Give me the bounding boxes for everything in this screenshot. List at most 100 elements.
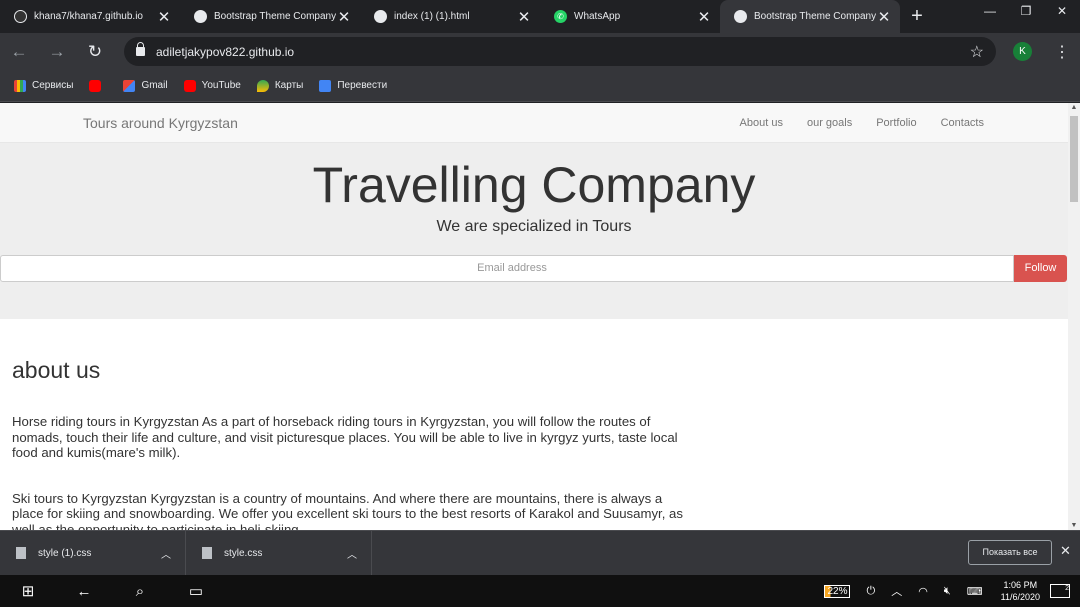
download-filename: style (1).css	[38, 547, 92, 559]
volume-muted-icon[interactable]: 🔇︎	[944, 585, 951, 598]
bookmark-youtube[interactable]: YouTube	[183, 79, 241, 92]
chevron-up-icon[interactable]: ︿	[891, 583, 902, 599]
plug-icon: ⏻	[866, 584, 876, 597]
about-paragraph-ski: Ski tours to Kyrgyzstan Kyrgyzstan is a …	[12, 490, 683, 531]
close-icon[interactable]: ✕	[696, 8, 712, 26]
restore-icon[interactable]: ❐	[1008, 0, 1044, 22]
task-view-icon[interactable]: ▭	[168, 582, 224, 600]
back-arrow-icon[interactable]: ←	[56, 583, 112, 600]
bookmark-label: Перевести	[337, 80, 388, 91]
scrollbar-thumb[interactable]	[1070, 116, 1078, 202]
reload-icon[interactable]: ↻	[76, 42, 114, 62]
tab-title: Bootstrap Theme Company	[214, 11, 336, 22]
email-input[interactable]: Email address	[0, 255, 1014, 282]
chevron-up-icon[interactable]: ︿	[347, 546, 357, 561]
file-icon	[202, 547, 212, 559]
tab-title: khana7/khana7.github.io	[34, 11, 143, 22]
apps-grid-icon	[14, 79, 26, 92]
url-text: adiletjakypov822.github.io	[156, 44, 295, 59]
tab-1[interactable]: khana7/khana7.github.io ✕	[0, 0, 180, 33]
hero-subtitle: We are specialized in Tours	[436, 218, 632, 235]
youtube-icon	[89, 79, 102, 92]
gmail-icon	[123, 79, 136, 92]
close-icon[interactable]: ✕	[516, 8, 532, 26]
globe-icon	[734, 10, 747, 23]
site-nav-links: About us our goals Portfolio Contacts	[716, 117, 984, 129]
tab-3[interactable]: index (1) (1).html ✕	[360, 0, 540, 33]
translate-icon	[319, 79, 332, 92]
clock[interactable]: 1:06 PM 11/6/2020	[1001, 579, 1040, 603]
wifi-icon[interactable]: ◠	[918, 585, 928, 598]
back-icon[interactable]: ←	[0, 42, 38, 62]
nav-contacts[interactable]: Contacts	[941, 117, 984, 129]
bookmark-label: Gmail	[141, 80, 168, 91]
scroll-down-icon[interactable]: ▼	[1070, 522, 1078, 529]
clock-time: 1:06 PM	[1003, 580, 1038, 590]
search-icon[interactable]: ⌕	[112, 583, 168, 600]
bookmark-gmail[interactable]: Gmail	[123, 79, 168, 92]
site-brand[interactable]: Tours around Kyrgyzstan	[83, 115, 238, 131]
github-icon	[14, 10, 27, 23]
tab-5-active[interactable]: Bootstrap Theme Company ✕	[720, 0, 900, 33]
close-icon[interactable]: ✕	[876, 8, 892, 26]
forward-icon[interactable]: →	[38, 42, 76, 62]
keyboard-icon[interactable]: ⌨	[967, 585, 983, 598]
maps-icon	[256, 79, 269, 92]
about-section: about us Horse riding tours in Kyrgyzsta…	[0, 357, 1068, 530]
follow-button[interactable]: Follow	[1014, 255, 1067, 282]
hero-title: Travelling Company	[312, 157, 756, 213]
download-item[interactable]: style (1).css ︿	[0, 530, 186, 576]
bookmark-translate[interactable]: Перевести	[319, 79, 388, 92]
window-controls: — ❐ ✕	[972, 0, 1080, 22]
whatsapp-icon: ✆	[554, 10, 567, 23]
scroll-up-icon[interactable]: ▲	[1070, 104, 1078, 111]
bookmarks-bar: Сервисы Gmail YouTube Карты Перевести	[0, 70, 1080, 102]
battery-indicator[interactable]: 22%	[824, 584, 851, 598]
page-scrollbar[interactable]: ▲ ▼	[1068, 103, 1080, 530]
browser-toolbar: ← → ↻ adiletjakypov822.github.io ☆ K ⋮	[0, 33, 1080, 70]
bookmark-label: Сервисы	[32, 80, 74, 91]
tab-title: WhatsApp	[574, 11, 621, 22]
new-tab-button[interactable]: +	[900, 0, 934, 33]
youtube-icon	[183, 79, 196, 92]
tab-4[interactable]: ✆ WhatsApp ✕	[540, 0, 720, 33]
bookmark-youtube-short[interactable]	[89, 79, 107, 92]
bookmark-services[interactable]: Сервисы	[14, 79, 74, 92]
minimize-icon[interactable]: —	[972, 0, 1008, 22]
show-all-downloads-button[interactable]: Показать все	[968, 540, 1052, 565]
windows-start-icon[interactable]: ⊞	[0, 582, 56, 600]
nav-portfolio[interactable]: Portfolio	[876, 117, 916, 129]
close-icon[interactable]: ✕	[1060, 543, 1071, 559]
lock-icon	[136, 42, 145, 56]
menu-icon[interactable]: ⋮	[1054, 42, 1070, 62]
chevron-up-icon[interactable]: ︿	[161, 546, 171, 561]
nav-about-us[interactable]: About us	[740, 117, 783, 129]
profile-avatar[interactable]: K	[1013, 42, 1032, 61]
nav-our-goals[interactable]: our goals	[807, 117, 852, 129]
tab-2[interactable]: Bootstrap Theme Company ✕	[180, 0, 360, 33]
file-icon	[16, 547, 26, 559]
globe-icon	[194, 10, 207, 23]
close-icon[interactable]: ✕	[336, 8, 352, 26]
downloads-shelf: style (1).css ︿ style.css ︿ Показать все…	[0, 530, 1080, 576]
web-page: Tours around Kyrgyzstan About us our goa…	[0, 103, 1068, 530]
about-paragraph-horse: Horse riding tours in Kyrgyzstan As a pa…	[12, 414, 678, 460]
system-tray: 22% ⏻ ︿ ◠ 🔇︎ ⌨ 1:06 PM 11/6/2020 2	[824, 575, 1080, 607]
subscribe-form: Email address Follow	[0, 255, 1067, 282]
about-heading: about us	[12, 357, 101, 383]
close-window-icon[interactable]: ✕	[1044, 0, 1080, 22]
star-icon[interactable]: ☆	[970, 42, 984, 62]
tab-title: Bootstrap Theme Company	[754, 11, 876, 22]
tab-title: index (1) (1).html	[394, 11, 470, 22]
tab-strip: khana7/khana7.github.io ✕ Bootstrap Them…	[0, 0, 1080, 33]
notifications-icon[interactable]: 2	[1050, 584, 1070, 598]
close-icon[interactable]: ✕	[156, 8, 172, 26]
clock-date: 11/6/2020	[1000, 592, 1040, 602]
hero-jumbotron: Travelling Company We are specialized in…	[0, 143, 1068, 319]
site-navbar: Tours around Kyrgyzstan About us our goa…	[0, 103, 1068, 143]
bookmark-maps[interactable]: Карты	[256, 79, 303, 92]
download-filename: style.css	[224, 547, 263, 559]
address-bar[interactable]: adiletjakypov822.github.io ☆	[124, 37, 996, 66]
download-item[interactable]: style.css ︿	[186, 530, 372, 576]
globe-icon	[374, 10, 387, 23]
